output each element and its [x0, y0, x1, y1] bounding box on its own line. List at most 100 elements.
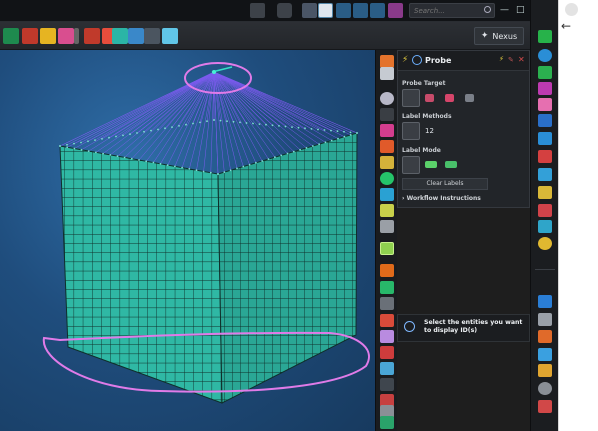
pink-bolt-icon[interactable] [538, 98, 552, 111]
scissors-icon[interactable] [538, 330, 552, 343]
vertical-toolbar [375, 50, 397, 431]
bars-icon[interactable] [538, 150, 552, 163]
projection-line [115, 71, 215, 137]
tag-icon[interactable] [58, 28, 74, 44]
probe-target-element-icon[interactable] [425, 94, 434, 102]
camera-icon[interactable] [277, 3, 292, 18]
probe-label-icon[interactable] [380, 242, 394, 255]
minimize-icon[interactable]: — [500, 4, 509, 16]
close-icon[interactable]: ✕ [518, 55, 525, 64]
search-input[interactable] [409, 3, 495, 18]
measure-icon[interactable] [380, 188, 394, 201]
green-sphere-icon[interactable] [380, 172, 394, 185]
dots-icon[interactable] [380, 108, 394, 121]
tree-icon[interactable] [538, 82, 552, 95]
snap-icon[interactable] [336, 3, 351, 18]
edge-node [317, 128, 319, 131]
grid-icon[interactable] [353, 3, 368, 18]
tet-icon[interactable] [380, 346, 394, 359]
reveal-icon[interactable] [144, 28, 160, 44]
mesh-icon[interactable] [3, 28, 19, 44]
back-arrow-icon[interactable]: ← [561, 19, 571, 33]
model-canvas[interactable] [0, 50, 375, 431]
edge-node [150, 129, 152, 132]
axis-icon[interactable] [380, 416, 394, 429]
scissors-icon[interactable] [380, 140, 394, 153]
edge-node [123, 156, 126, 159]
projection-line [213, 71, 332, 131]
gear-icon[interactable] [538, 382, 552, 395]
select-icon[interactable] [112, 28, 128, 44]
label-methods-value[interactable]: 12 [425, 127, 434, 135]
edit-icon[interactable]: ✎ [508, 56, 514, 64]
view-icon[interactable] [250, 3, 265, 18]
section-icon[interactable] [380, 124, 394, 137]
graphics-viewport[interactable] [0, 50, 375, 431]
edge-node [87, 150, 90, 152]
globe-icon[interactable] [538, 49, 552, 62]
probe-icon[interactable] [302, 3, 317, 18]
projection-line [213, 71, 244, 167]
layers-icon[interactable] [538, 66, 552, 79]
avatar-icon[interactable] [565, 3, 578, 16]
selection-icon[interactable] [318, 3, 333, 18]
sketch-icon[interactable] [162, 28, 178, 44]
cube-side-face[interactable] [217, 132, 358, 404]
label-mode-arrow-icon[interactable] [425, 161, 437, 168]
rotate-icon[interactable] [538, 204, 552, 217]
hex-icon[interactable] [380, 362, 394, 375]
probe-target-entity-button[interactable] [402, 89, 420, 107]
transform-icon[interactable] [128, 28, 144, 44]
chart-icon[interactable] [538, 168, 552, 181]
restore-icon[interactable]: □ [516, 4, 525, 16]
label-mode-button[interactable] [402, 156, 420, 174]
wrench-tool-icon[interactable] [538, 313, 552, 326]
solid-icon[interactable] [380, 330, 394, 343]
chevron-down-icon[interactable] [74, 28, 79, 44]
search-icon[interactable] [484, 6, 491, 13]
edge-node [255, 161, 257, 164]
visibility-icon[interactable] [380, 67, 394, 80]
shell-icon[interactable] [380, 314, 394, 327]
cube-front-face[interactable] [59, 145, 223, 404]
ruler-icon[interactable] [380, 204, 394, 217]
label-mode-arrows-icon[interactable] [445, 161, 457, 168]
pencil-icon[interactable] [40, 28, 56, 44]
node-icon[interactable] [380, 220, 394, 233]
edge-node [245, 122, 248, 124]
nvh-icon[interactable] [538, 364, 552, 377]
wrench-icon[interactable] [380, 156, 394, 169]
mesh-tool-icon[interactable] [380, 297, 394, 310]
clear-labels-button[interactable]: Clear Labels [402, 178, 488, 190]
probe-target-surface-icon[interactable] [465, 94, 474, 102]
curve-icon[interactable] [380, 264, 394, 277]
lightning-icon[interactable]: ⚡ [499, 55, 504, 63]
edge-node [192, 122, 194, 125]
green-cube-icon[interactable] [538, 30, 552, 43]
apex-node[interactable] [211, 66, 233, 74]
record-icon[interactable] [538, 400, 552, 413]
cube-icon[interactable] [84, 28, 100, 44]
edge-node [236, 167, 238, 170]
edge-icon[interactable] [380, 281, 394, 294]
clip-icon[interactable] [538, 348, 552, 361]
list-icon[interactable] [538, 132, 552, 145]
label-methods-button[interactable] [402, 122, 420, 140]
workflow-instructions-toggle[interactable]: › Workflow Instructions [402, 195, 481, 202]
spring-icon[interactable] [538, 186, 552, 199]
blue-shape-icon[interactable] [538, 295, 552, 308]
light-icon[interactable] [538, 237, 552, 250]
component-icon[interactable] [538, 114, 552, 127]
edge-node [181, 166, 184, 169]
nexus-button[interactable]: ✦ Nexus [474, 27, 524, 45]
sphere-icon[interactable] [380, 92, 394, 105]
edge-node [343, 135, 346, 138]
projection-line [213, 71, 358, 134]
transform-icon[interactable] [370, 3, 385, 18]
bead-icon[interactable] [380, 378, 394, 391]
pin-icon[interactable] [388, 3, 403, 18]
tool-icon[interactable] [538, 220, 552, 233]
geometry-icon[interactable] [22, 28, 38, 44]
edge-node [343, 130, 345, 133]
probe-target-node-icon[interactable] [445, 94, 454, 102]
